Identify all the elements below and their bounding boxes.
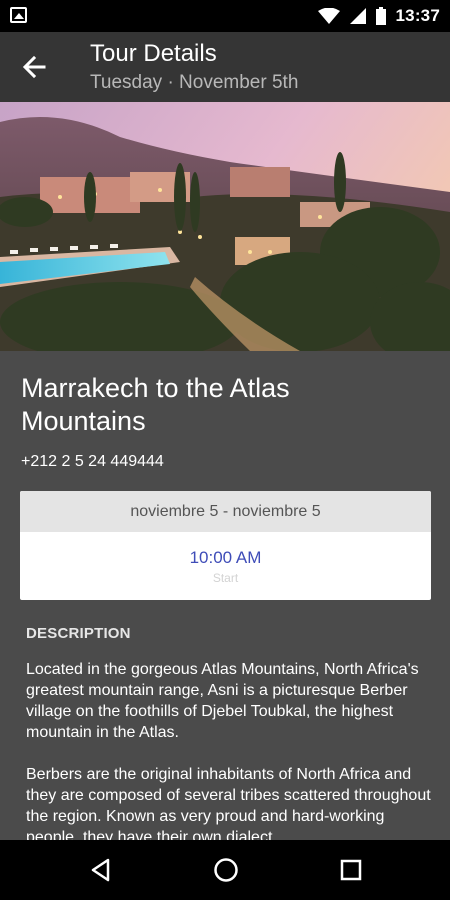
page-subtitle: Tuesday · November 5th [90,72,299,93]
back-triangle-icon[interactable] [86,855,116,885]
app-bar: Tour Details Tuesday · November 5th [0,32,450,102]
status-bar: 13:37 [0,0,450,32]
cell-signal-icon [349,8,366,24]
home-circle-icon[interactable] [211,855,241,885]
clock: 13:37 [395,6,440,25]
date-card: noviembre 5 - noviembre 5 10:00 AM Start [20,491,431,600]
battery-icon [375,7,386,25]
tour-title: Marrakech to the Atlas Mountains [21,373,290,436]
recents-square-icon[interactable] [336,855,366,885]
arrow-back-icon[interactable] [18,52,50,82]
description-heading: DESCRIPTION [26,625,131,642]
description-paragraph: Located in the gorgeous Atlas Mountains,… [26,661,419,741]
start-label: Start [212,571,239,585]
phone-number[interactable]: +212 2 5 24 449444 [21,453,164,471]
wifi-icon [317,8,340,24]
system-nav-bar [0,840,450,900]
hero-image [0,102,450,351]
image-notification-icon [10,7,27,23]
description-paragraph: Berbers are the original inhabitants of … [26,766,431,846]
date-range: noviembre 5 - noviembre 5 [20,491,431,532]
start-time: 10:00 AM [189,548,262,567]
page-title: Tour Details [90,40,217,67]
